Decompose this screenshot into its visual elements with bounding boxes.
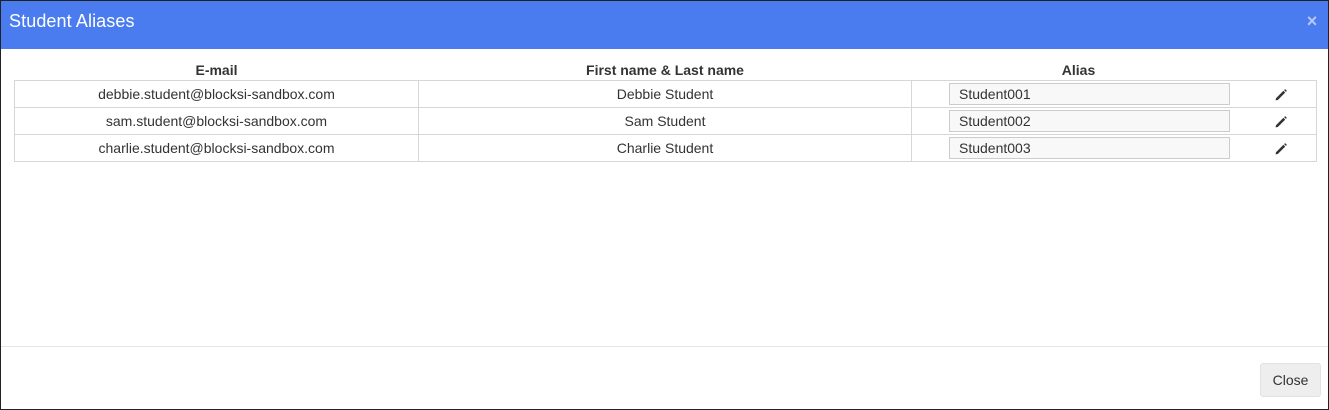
alias-cell [911,106,1246,135]
aliases-table-container: E-mail First name & Last name Alias debb… [14,59,1317,162]
student-aliases-modal: Student Aliases × E-mail First name & La… [0,0,1329,410]
alias-input[interactable] [949,109,1230,132]
column-header-alias: Alias [1061,61,1096,78]
aliases-table: E-mail First name & Last name Alias debb… [14,59,1317,162]
table-header-row: E-mail First name & Last name Alias [15,59,1317,80]
column-header-name: First name & Last name [586,61,744,78]
email-cell: charlie.student@blocksi-sandbox.com [14,133,419,162]
modal-header: Student Aliases × [1,1,1328,49]
modal-title: Student Aliases [9,11,135,31]
column-header-email: E-mail [195,61,238,78]
footer-divider [1,346,1328,347]
alias-input[interactable] [949,136,1230,159]
edit-cell [1245,133,1317,162]
email-cell: debbie.student@blocksi-sandbox.com [14,79,419,108]
name-cell: Sam Student [418,106,912,135]
close-icon[interactable]: × [1304,10,1320,32]
name-cell: Debbie Student [418,79,912,108]
pencil-icon[interactable] [1274,88,1288,102]
alias-cell [911,133,1246,162]
pencil-icon[interactable] [1274,142,1288,156]
email-cell: sam.student@blocksi-sandbox.com [14,106,419,135]
table-row: charlie.student@blocksi-sandbox.com Char… [14,133,1317,162]
edit-cell [1245,106,1317,135]
table-row: debbie.student@blocksi-sandbox.com Debbi… [14,79,1317,108]
alias-cell [911,79,1246,108]
pencil-icon[interactable] [1274,115,1288,129]
edit-cell [1245,79,1317,108]
close-button[interactable]: Close [1260,363,1321,397]
table-row: sam.student@blocksi-sandbox.com Sam Stud… [14,106,1317,135]
column-header-actions [1246,59,1317,80]
name-cell: Charlie Student [418,133,912,162]
alias-input[interactable] [949,82,1230,105]
